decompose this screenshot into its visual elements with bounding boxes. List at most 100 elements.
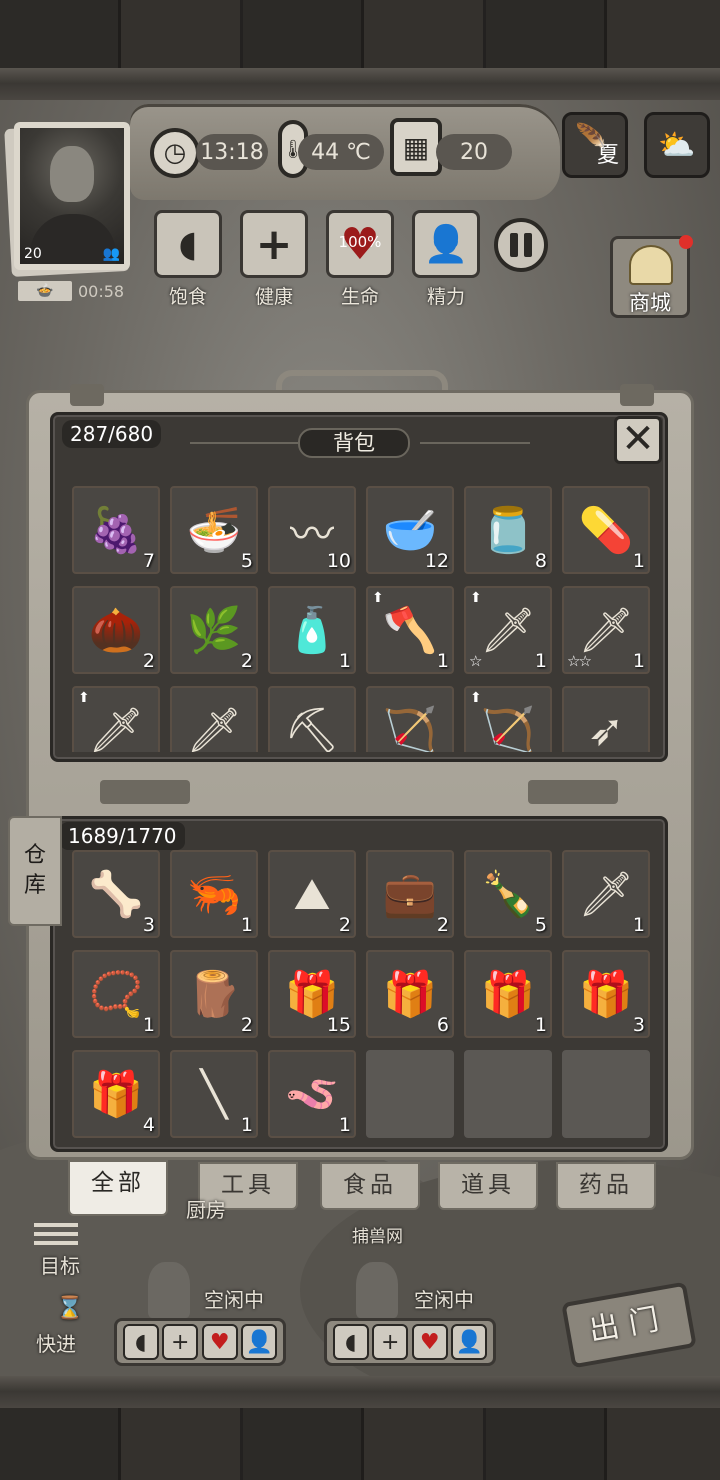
- inventory-slot[interactable]: 🦴 3: [72, 850, 160, 938]
- inventory-slot[interactable]: ⛏: [268, 686, 356, 752]
- empty-slot[interactable]: [562, 1050, 650, 1138]
- time-display: 13:18: [196, 134, 268, 170]
- inventory-slot[interactable]: 🧴 1: [268, 586, 356, 674]
- inventory-slot[interactable]: 🍇 7: [72, 486, 160, 574]
- case-clasp-right: [620, 384, 654, 406]
- inventory-slot[interactable]: 🎁 6: [366, 950, 454, 1038]
- warehouse-capacity: 1689/1770: [60, 822, 185, 850]
- upgrade-arrow-icon: ⬆: [470, 590, 482, 606]
- inventory-slot[interactable]: 〰 10: [268, 486, 356, 574]
- gift-box-tools-icon: 🎁: [480, 969, 536, 1020]
- character-portrait[interactable]: 20 👥: [14, 122, 130, 270]
- cooking-status[interactable]: 🍲 00:58: [18, 280, 126, 302]
- inventory-slot[interactable]: 🍾 5: [464, 850, 552, 938]
- item-count: 1: [632, 914, 645, 936]
- kitchen-label[interactable]: 厨房: [186, 1194, 226, 1223]
- inventory-slot[interactable]: 🗡 1: [562, 850, 650, 938]
- inventory-slot[interactable]: 🗡 ⬆ ☆ 1: [464, 586, 552, 674]
- tab-medicine[interactable]: 药品: [556, 1162, 656, 1210]
- pause-button[interactable]: [494, 218, 548, 272]
- fastforward-label[interactable]: 快进: [36, 1328, 76, 1357]
- inventory-slot[interactable]: 🗡 ☆☆ 1: [562, 586, 650, 674]
- inventory-slot[interactable]: 🗡: [170, 686, 258, 752]
- inventory-slot[interactable]: ⛰ 2: [268, 850, 356, 938]
- survivor-2-stats[interactable]: ◖ + ♥ 👤: [324, 1318, 496, 1366]
- survivor-2-avatar[interactable]: [356, 1262, 398, 1318]
- cross-icon: +: [372, 1324, 409, 1360]
- dagger-icon: 🗡: [578, 869, 634, 920]
- cook-timer: 00:58: [78, 281, 125, 301]
- inventory-slot[interactable]: 🫙 8: [464, 486, 552, 574]
- empty-slot[interactable]: [464, 1050, 552, 1138]
- item-count: 1: [338, 1114, 351, 1136]
- spear-icon: 🗡: [186, 705, 242, 752]
- tab-all[interactable]: 全部: [68, 1160, 168, 1216]
- energy-button[interactable]: 👤: [412, 210, 480, 278]
- close-button[interactable]: ✕: [614, 416, 662, 464]
- close-icon: ✕: [621, 416, 655, 462]
- inventory-slot[interactable]: 💼 2: [366, 850, 454, 938]
- horn-icon: 🦴: [88, 869, 144, 920]
- survivor-1-stats[interactable]: ◖ + ♥ 👤: [114, 1318, 286, 1366]
- inventory-slot[interactable]: 🪓 ⬆ 1: [366, 586, 454, 674]
- inventory-slot[interactable]: 🥣 12: [366, 486, 454, 574]
- gift-box-lumber-icon: 🎁: [88, 1069, 144, 1120]
- arrows-icon: ➶: [587, 704, 625, 753]
- person-icon: 👤: [241, 1324, 278, 1360]
- shop-button[interactable]: 商城: [610, 235, 693, 318]
- inventory-slot[interactable]: ➶: [562, 686, 650, 752]
- upgrade-arrow-icon: ⬆: [372, 590, 384, 606]
- item-count: 15: [326, 1014, 351, 1036]
- inventory-slot[interactable]: 🌰 2: [72, 586, 160, 674]
- item-count: 2: [240, 650, 253, 672]
- case-clasp-left: [70, 384, 104, 406]
- inventory-slot[interactable]: 🪵 2: [170, 950, 258, 1038]
- inventory-slot[interactable]: 💊 1: [562, 486, 650, 574]
- inventory-slot[interactable]: 🍜 5: [170, 486, 258, 574]
- player-level: 20: [24, 246, 42, 262]
- person-icon: 👤: [423, 224, 469, 265]
- health-button[interactable]: +: [240, 210, 308, 278]
- inventory-slot[interactable]: 🗡 ⬆: [72, 686, 160, 752]
- health-label: 健康: [254, 286, 293, 308]
- tab-props[interactable]: 道具: [438, 1162, 538, 1210]
- gift-box-hammer-icon: 🎁: [578, 969, 634, 1020]
- star-rating: ☆☆: [567, 652, 592, 670]
- item-count: 1: [632, 550, 645, 572]
- inventory-slot[interactable]: 📿 1: [72, 950, 160, 1038]
- weather-button[interactable]: ⛅: [644, 112, 710, 178]
- survivor-1-avatar[interactable]: [148, 1262, 190, 1318]
- temperature-display: 44 ℃: [298, 134, 384, 170]
- inventory-slot[interactable]: 🏹 ⬆: [464, 686, 552, 752]
- trap-label[interactable]: 捕兽网: [352, 1222, 403, 1247]
- inventory-slot[interactable]: ╲ 1: [170, 1050, 258, 1138]
- item-count: 1: [632, 650, 645, 672]
- gift-box-medical-icon: 🎁: [382, 969, 438, 1020]
- leather-bag-icon: 💼: [382, 869, 438, 920]
- item-count: 7: [142, 550, 155, 572]
- hunger-button[interactable]: ◖: [154, 210, 222, 278]
- inventory-slot[interactable]: 🎁 1: [464, 950, 552, 1038]
- iron-rod-icon: ╲: [200, 1068, 228, 1120]
- life-button[interactable]: ♥ 100%: [326, 210, 394, 278]
- soup-bowl-icon: 🥣: [382, 505, 438, 556]
- item-count: 10: [326, 550, 351, 572]
- goal-label[interactable]: 目标: [40, 1250, 80, 1279]
- inventory-slot[interactable]: 🎁 15: [268, 950, 356, 1038]
- goal-icon[interactable]: [34, 1214, 90, 1254]
- inventory-slot[interactable]: 🎁 4: [72, 1050, 160, 1138]
- empty-slot[interactable]: [366, 1050, 454, 1138]
- wood-plank-icon: 🪵: [186, 969, 242, 1020]
- inventory-slot[interactable]: 🌿 2: [170, 586, 258, 674]
- tab-food[interactable]: 食品: [320, 1162, 420, 1210]
- warehouse-tab[interactable]: 仓库: [8, 816, 62, 926]
- inventory-slot[interactable]: 🪱 1: [268, 1050, 356, 1138]
- case-hinge-right: [528, 780, 618, 804]
- item-count: 8: [534, 550, 547, 572]
- hourglass-icon[interactable]: ⌛: [56, 1296, 83, 1321]
- inventory-slot[interactable]: 🏹: [366, 686, 454, 752]
- season-button[interactable]: 夏 🪶: [562, 112, 628, 178]
- inventory-slot[interactable]: 🦐 1: [170, 850, 258, 938]
- salt-pile-icon: ⛰: [293, 868, 331, 920]
- inventory-slot[interactable]: 🎁 3: [562, 950, 650, 1038]
